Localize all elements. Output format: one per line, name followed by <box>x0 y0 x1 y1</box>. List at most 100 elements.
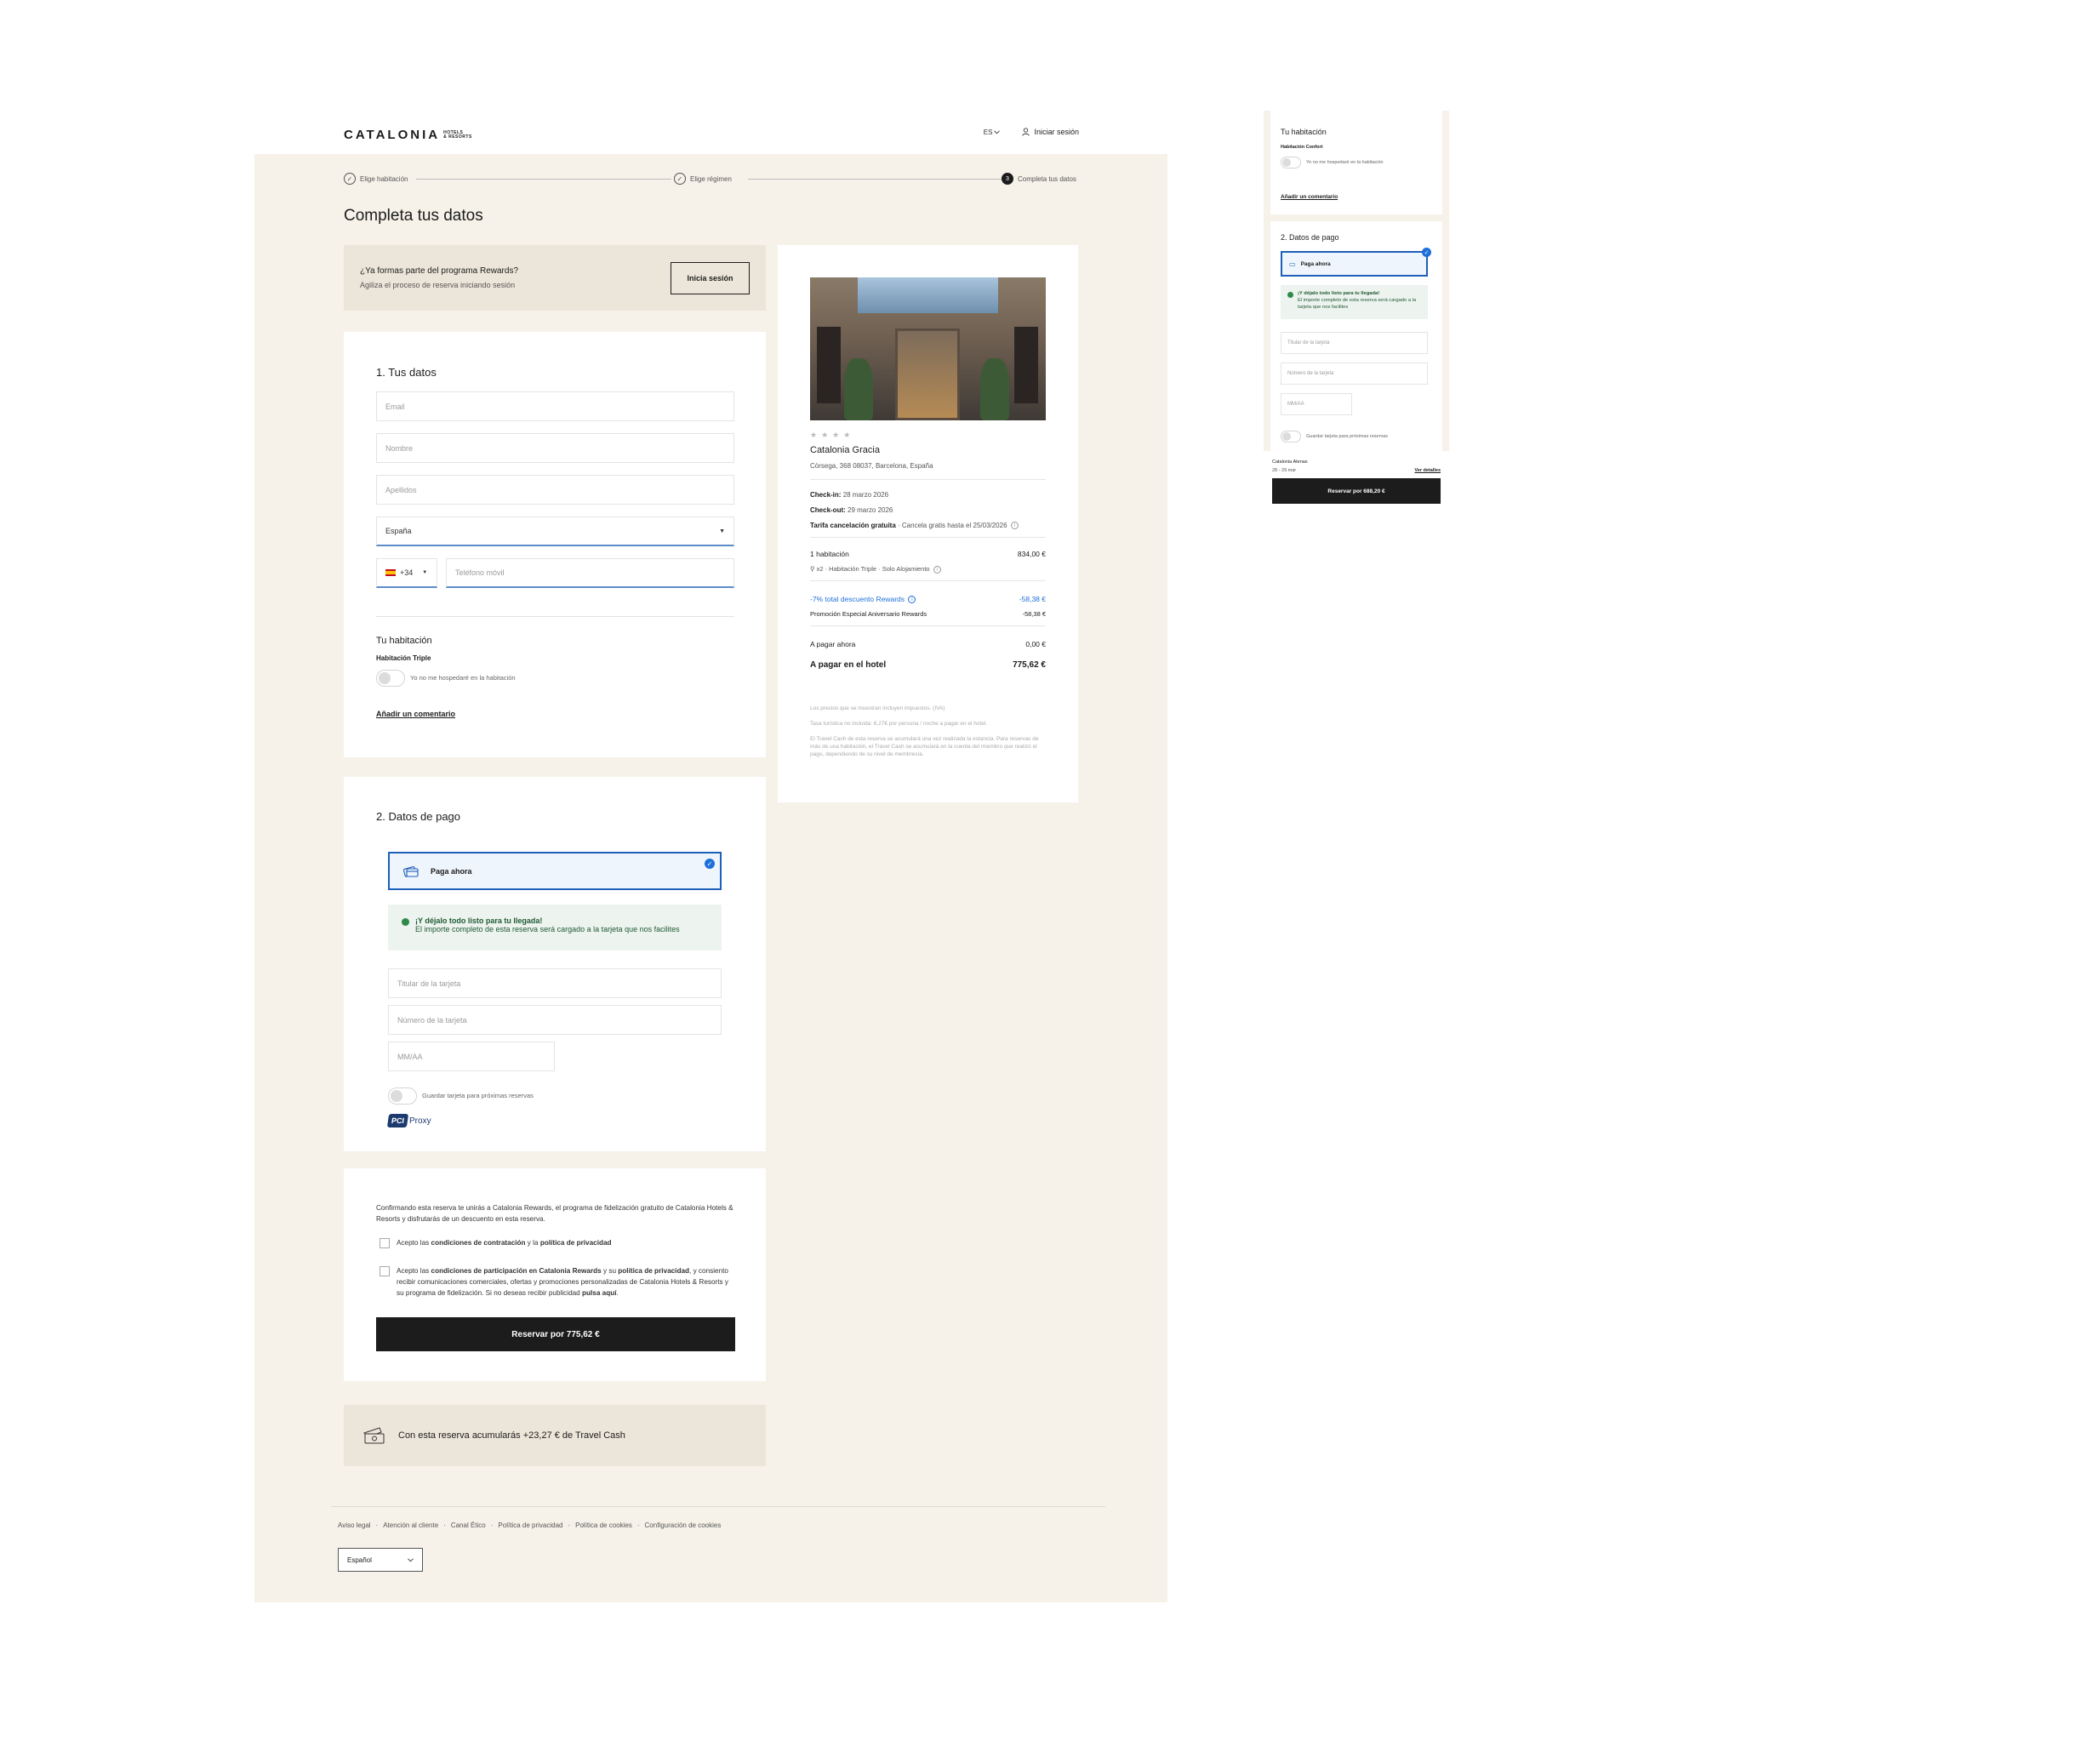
catalonia-logo[interactable]: CATALONIA HOTELS & RESORTS <box>344 128 472 142</box>
hotel-stars: ★★★★ <box>810 431 855 439</box>
info-icon[interactable]: i <box>933 565 941 574</box>
promo-row: Promoción Especial Aniversario Rewards -… <box>810 610 1046 618</box>
divider <box>810 537 1046 538</box>
booking-summary: ★★★★ Catalonia Gracia Còrsega, 368 08037… <box>778 245 1078 802</box>
not-staying-toggle[interactable] <box>1281 157 1301 168</box>
room-title: Tu habitación <box>376 636 432 646</box>
save-card-toggle[interactable] <box>388 1088 417 1105</box>
country-select[interactable]: España ▼ <box>376 517 734 546</box>
step-number-badge: 3 <box>1002 173 1013 185</box>
info-icon[interactable]: i <box>1010 522 1019 530</box>
add-comment-link[interactable]: Añadir un comentario <box>376 710 455 718</box>
add-comment-link[interactable]: Añadir un comentario <box>1281 194 1338 200</box>
ticket-icon <box>363 1427 385 1444</box>
room-type: Habitación Triple <box>376 654 431 662</box>
personal-data-section: 1. Tus datos Email Nombre Apellidos Espa… <box>344 332 766 757</box>
login-link[interactable]: Iniciar sesión <box>1022 128 1079 136</box>
section-title: 2. Datos de pago <box>376 810 461 823</box>
book-button[interactable]: Reservar por 688,20 € <box>1272 478 1441 504</box>
card-number-field[interactable]: Número de la tarjeta <box>1281 363 1428 385</box>
card-holder-field[interactable]: Titular de la tarjeta <box>388 968 722 998</box>
not-staying-label: Yo no me hospedaré en la habitación <box>1306 160 1384 165</box>
selected-check-icon: ✓ <box>705 859 715 869</box>
name-field[interactable]: Nombre <box>376 433 734 463</box>
section-title: 1. Tus datos <box>376 366 437 379</box>
payment-notice: ¡Y déjalo todo listo para tu llegada! El… <box>388 905 722 951</box>
footer-link[interactable]: Configuración de cookies <box>645 1521 722 1529</box>
pci-proxy-logo: PCI Proxy <box>386 1114 431 1127</box>
footer-link[interactable]: Política de privacidad <box>498 1521 562 1529</box>
discount-row: -7% total descuento Rewards i -58,38 € <box>810 595 1046 604</box>
step-connector <box>416 179 671 180</box>
view-details-link[interactable]: Ver detalles <box>1414 468 1441 473</box>
book-button[interactable]: Reservar por 775,62 € <box>376 1317 735 1351</box>
stay-dates: 28 - 29 mar <box>1272 468 1297 473</box>
taxes-note: Los precios que se muestran incluyen imp… <box>810 705 945 711</box>
rate-info: Tarifa cancelación gratuita · Cancela gr… <box>810 522 1019 530</box>
rewards-terms-label: Acepto las condiciones de participación … <box>397 1267 728 1297</box>
hotel-name: Catalonia Gracia <box>810 445 880 455</box>
footer-language-select[interactable]: Español <box>338 1548 423 1572</box>
caret-down-icon: ▼ <box>422 570 428 575</box>
pay-now-row: A pagar ahora 0,00 € <box>810 640 1046 648</box>
payment-section: 2. Datos de pago Paga ahora ✓ ¡Y déjalo … <box>344 777 766 1151</box>
check-icon: ✓ <box>344 173 356 185</box>
rewards-join-text: Confirmando esta reserva te unirás a Cat… <box>376 1204 733 1223</box>
user-icon: ⚲ <box>810 565 815 573</box>
phone-field[interactable]: Teléfono móvil <box>446 558 734 588</box>
credit-card-icon <box>403 865 419 877</box>
divider <box>810 479 1046 480</box>
hotel-address: Còrsega, 368 08037, Barcelona, España <box>810 462 933 470</box>
card-expiry-field[interactable]: MM/AA <box>388 1042 555 1071</box>
card-holder-field[interactable]: Titular de la tarjeta <box>1281 332 1428 354</box>
divider <box>376 616 734 617</box>
checkin-info: Check-in: 28 marzo 2026 <box>810 491 889 499</box>
booking-stepper: ✓ Elige habitación ✓ Elige régimen 3 Com… <box>344 173 1080 186</box>
save-card-toggle[interactable] <box>1281 431 1301 442</box>
checkout-info: Check-out: 29 marzo 2026 <box>810 506 893 514</box>
phone-prefix-select[interactable]: +34 ▼ <box>376 558 437 588</box>
pay-now-option[interactable]: ▭ Paga ahora ✓ <box>1281 248 1431 277</box>
user-icon <box>1022 128 1030 136</box>
consent-section: Confirmando esta reserva te unirás a Cat… <box>344 1168 766 1381</box>
surname-field[interactable]: Apellidos <box>376 475 734 505</box>
footer-link[interactable]: Política de cookies <box>575 1521 632 1529</box>
hotel-photo <box>810 277 1046 420</box>
payment-notice: ¡Y déjalo todo listo para tu llegada! El… <box>1281 285 1428 319</box>
card-number-field[interactable]: Número de la tarjeta <box>388 1005 722 1035</box>
pay-now-option[interactable]: Paga ahora ✓ <box>388 852 722 890</box>
selected-check-icon: ✓ <box>1422 248 1431 257</box>
chevron-down-icon <box>994 129 1001 134</box>
section-title: 2. Datos de pago <box>1281 233 1339 242</box>
mobile-sticky-bar: Catalonia Atenas 28 - 29 mar Ver detalle… <box>1264 451 1449 515</box>
footer-link[interactable]: Atención al cliente <box>383 1521 438 1529</box>
travel-cash-note: El Travel Cash de esta reserva se acumul… <box>810 736 1039 757</box>
terms-checkbox[interactable] <box>380 1238 390 1248</box>
language-switcher[interactable]: ES <box>984 128 1001 136</box>
card-expiry-field[interactable]: MM/AA <box>1281 393 1352 415</box>
rewards-title: ¿Ya formas parte del programa Rewards? <box>360 266 519 276</box>
room-title: Tu habitación <box>1281 128 1327 136</box>
info-icon[interactable]: i <box>908 596 916 604</box>
step-connector <box>748 179 1007 180</box>
success-check-icon <box>1287 292 1293 298</box>
email-field[interactable]: Email <box>376 391 734 421</box>
room-type: Habitación Confort <box>1281 145 1323 150</box>
terms-label: Acepto las condiciones de contratación y… <box>397 1239 612 1247</box>
footer-link[interactable]: Canal Ético <box>451 1521 486 1529</box>
hotel-name: Catalonia Atenas <box>1272 460 1308 465</box>
check-icon: ✓ <box>674 173 686 185</box>
divider <box>810 625 1046 626</box>
footer-link[interactable]: Aviso legal <box>338 1521 371 1529</box>
step-choose-board[interactable]: ✓ Elige régimen <box>674 173 735 185</box>
rooms-row: 1 habitación 834,00 € <box>810 550 1046 558</box>
step-choose-room[interactable]: ✓ Elige habitación <box>344 173 412 185</box>
room-detail: ⚲ x2 · Habitación Triple · Solo Alojamie… <box>810 565 941 574</box>
rewards-terms-checkbox[interactable] <box>380 1266 390 1276</box>
rewards-login-button[interactable]: Inicia sesión <box>671 262 750 294</box>
not-staying-toggle[interactable] <box>376 670 405 687</box>
step-complete-data: 3 Completa tus datos <box>1002 173 1080 185</box>
site-header: CATALONIA HOTELS & RESORTS ES Iniciar se… <box>254 113 1167 154</box>
credit-card-icon: ▭ <box>1289 260 1296 268</box>
divider <box>810 580 1046 581</box>
